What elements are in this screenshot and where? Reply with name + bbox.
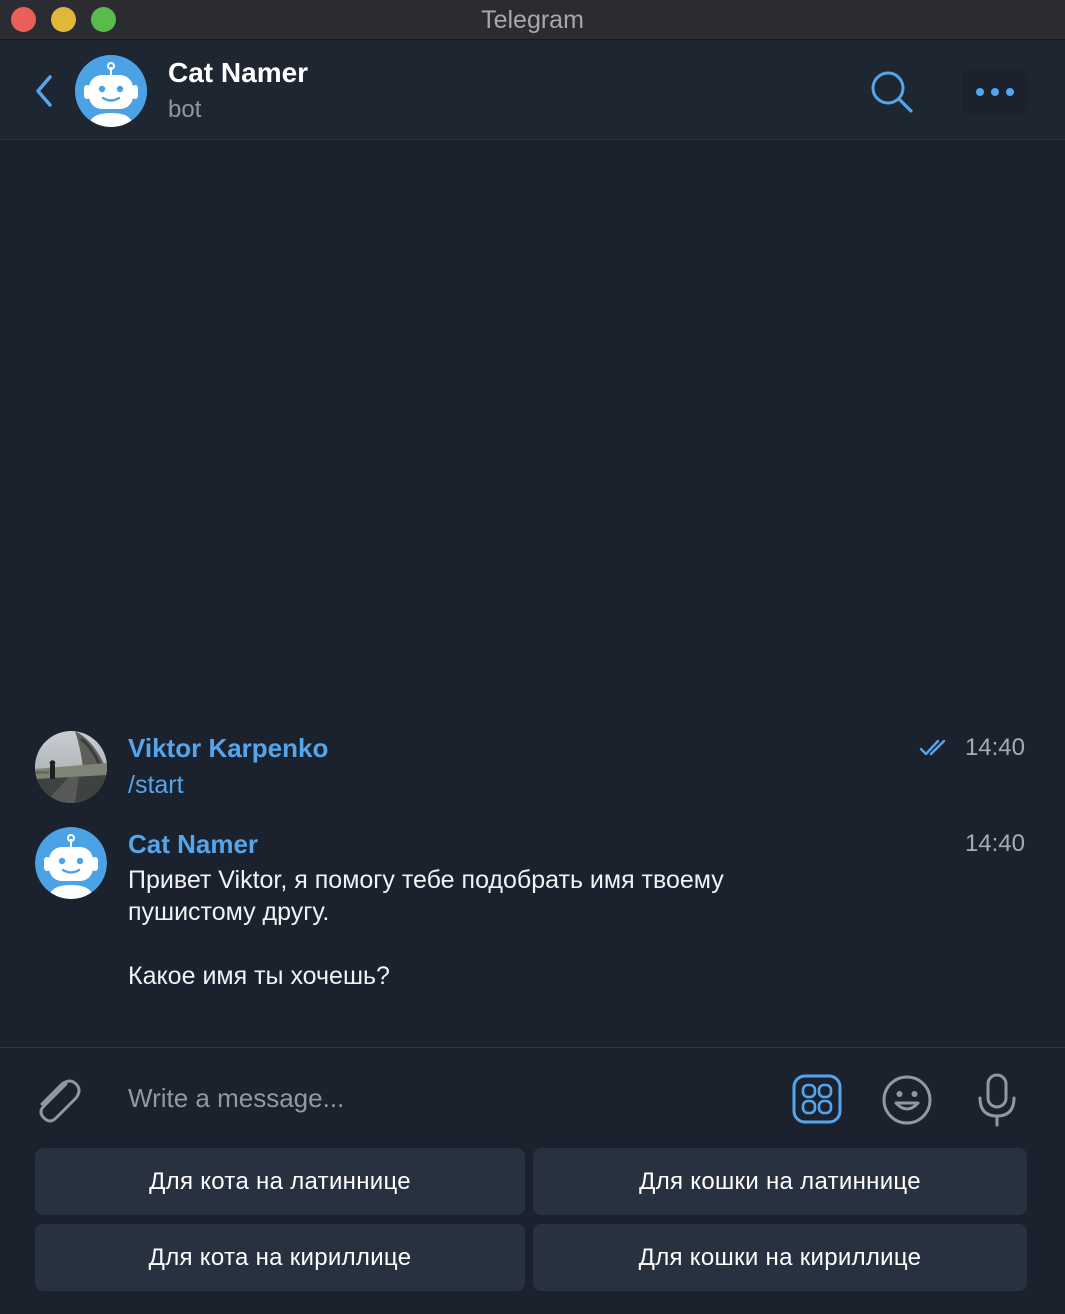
reply-button[interactable]: Для кошки на кириллице bbox=[533, 1224, 1027, 1291]
reply-button[interactable]: Для кота на кириллице bbox=[35, 1224, 525, 1291]
chat-header: Cat Namer bot bbox=[0, 41, 1065, 140]
back-icon bbox=[36, 75, 52, 107]
window-title: Telegram bbox=[481, 6, 584, 34]
voice-record-button[interactable] bbox=[975, 1072, 1019, 1128]
more-icon bbox=[976, 88, 1014, 96]
robot-avatar-icon bbox=[35, 827, 107, 899]
chat-subtitle: bot bbox=[168, 96, 202, 123]
attach-button[interactable] bbox=[30, 1070, 82, 1126]
search-button[interactable] bbox=[866, 69, 918, 115]
message-time: 14:40 bbox=[964, 830, 1025, 857]
telegram-window: Telegram Cat Namer bot Viktor Karpenko 1… bbox=[0, 0, 1065, 1314]
message-text[interactable]: /start bbox=[128, 769, 848, 801]
message-sender[interactable]: Viktor Karpenko bbox=[128, 733, 328, 764]
message-text: Привет Viktor, я помогу тебе подобрать и… bbox=[128, 866, 724, 990]
double-check-icon bbox=[919, 739, 951, 762]
reply-keyboard: Для кота на латиннице Для кошки на латин… bbox=[0, 1148, 1065, 1314]
title-bar: Telegram bbox=[0, 0, 1065, 40]
message-sender[interactable]: Cat Namer bbox=[128, 829, 258, 860]
message-input[interactable] bbox=[128, 1078, 768, 1118]
search-icon bbox=[871, 71, 913, 113]
bot-message-avatar[interactable] bbox=[35, 827, 107, 899]
user-photo bbox=[35, 731, 107, 803]
reply-button[interactable]: Для кота на латиннице bbox=[35, 1148, 525, 1215]
message-item[interactable]: Cat Namer 14:40 Привет Viktor, я помогу … bbox=[0, 827, 1065, 1007]
robot-avatar-icon bbox=[75, 55, 147, 127]
message-composer bbox=[0, 1047, 1065, 1148]
message-list[interactable]: Viktor Karpenko 14:40 /start Cat Namer 1… bbox=[0, 141, 1065, 1047]
chat-title[interactable]: Cat Namer bbox=[168, 57, 308, 89]
bot-keyboard-icon bbox=[792, 1074, 842, 1124]
back-button[interactable] bbox=[26, 71, 62, 111]
microphone-icon bbox=[978, 1073, 1016, 1127]
message-time: 14:40 bbox=[964, 734, 1025, 761]
emoji-button[interactable] bbox=[881, 1074, 933, 1126]
message-item[interactable]: Viktor Karpenko 14:40 /start bbox=[0, 731, 1065, 811]
more-options-button[interactable] bbox=[962, 69, 1028, 115]
reply-button[interactable]: Для кошки на латиннице bbox=[533, 1148, 1027, 1215]
user-avatar[interactable] bbox=[35, 731, 107, 803]
bot-keyboard-button[interactable] bbox=[792, 1074, 842, 1124]
bot-avatar[interactable] bbox=[75, 55, 147, 127]
emoji-icon bbox=[882, 1075, 932, 1125]
attach-icon bbox=[39, 1079, 81, 1123]
